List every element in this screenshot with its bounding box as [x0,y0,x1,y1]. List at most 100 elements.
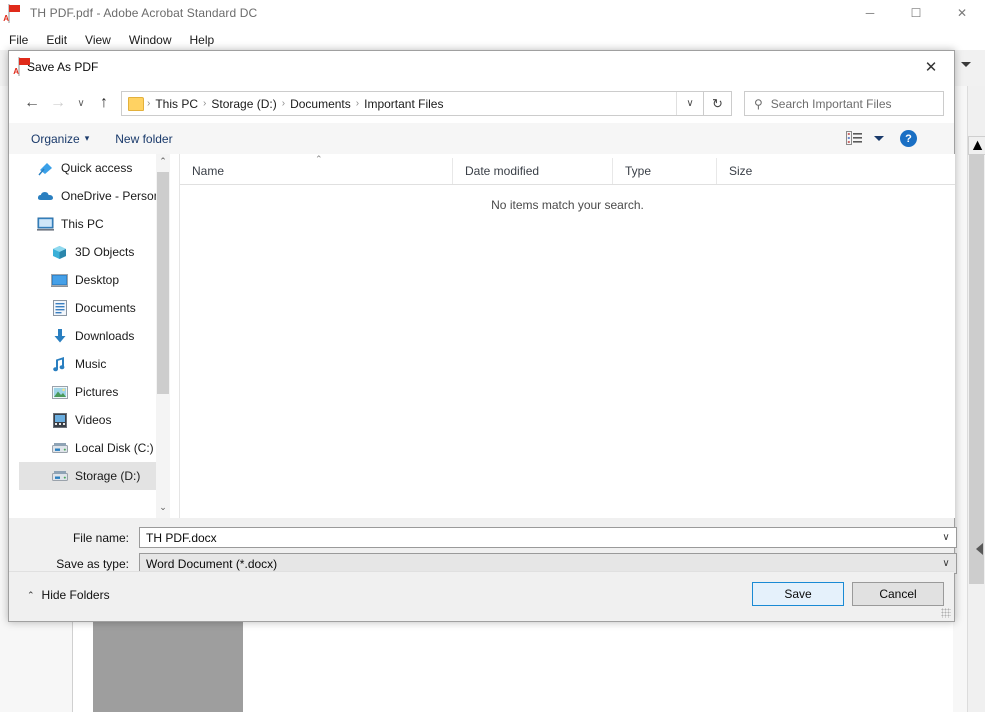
sort-ascending-icon: ⌃ [315,154,323,165]
back-arrow-icon[interactable]: ← [19,90,45,116]
sidebar-item-music[interactable]: Music [19,350,156,378]
save-as-dialog: Save As PDF ✕ ← → ∨ ↑ › This PC › Storag… [8,50,955,622]
sidebar-item-label: Documents [75,301,136,315]
sidebar-item-label: Storage (D:) [75,469,140,483]
breadcrumb-storage-d[interactable]: Storage (D:) [207,97,280,111]
sidebar-item-videos[interactable]: Videos [19,406,156,434]
scroll-down-icon[interactable]: ⌄ [156,500,170,515]
resize-grip[interactable] [941,608,951,618]
minimize-icon[interactable]: ─ [847,0,893,26]
search-input[interactable]: ⚲ Search Important Files [744,91,944,116]
save-as-type-value: Word Document (*.docx) [146,557,277,571]
column-header-type[interactable]: Type [612,158,716,184]
star-pin-icon [37,160,54,176]
navigation-scrollbar[interactable]: ⌃ ⌄ [156,154,170,518]
hard-drive-icon [51,468,68,484]
chevron-down-icon[interactable] [961,62,971,67]
search-icon: ⚲ [754,97,763,111]
panel-collapse-icon[interactable] [976,543,983,555]
organize-button[interactable]: Organize [31,132,80,146]
column-header-size[interactable]: Size [716,158,796,184]
menu-help[interactable]: Help [181,33,224,47]
hide-folders-label: Hide Folders [42,588,110,602]
list-view-icon[interactable] [846,131,862,145]
dialog-close-icon[interactable]: ✕ [908,51,954,83]
sidebar-item-label: This PC [61,217,104,231]
dialog-title: Save As PDF [27,60,98,74]
file-name-label: File name: [29,531,129,545]
close-icon[interactable]: ✕ [939,0,985,26]
sidebar-item-pictures[interactable]: Pictures [19,378,156,406]
sidebar-item-storage-d[interactable]: Storage (D:) [19,462,156,490]
sidebar-item-onedrive-person[interactable]: OneDrive - Person [19,182,156,210]
recent-locations-icon[interactable]: ∨ [71,90,91,116]
pdf-file-icon [18,58,20,76]
menu-edit[interactable]: Edit [37,33,76,47]
hide-folders-button[interactable]: ⌃ Hide Folders [27,588,110,602]
new-folder-button[interactable]: New folder [115,132,172,146]
music-note-icon [51,356,68,372]
up-arrow-icon[interactable]: ↑ [91,90,117,116]
maximize-icon[interactable]: ☐ [893,0,939,26]
chevron-down-icon[interactable]: ▾ [85,133,90,144]
column-header-row: Name ⌃ Date modified Type Size [180,158,955,185]
dialog-command-bar: Organize ▾ New folder ? [9,123,954,155]
document-icon [51,300,68,316]
menu-view[interactable]: View [76,33,120,47]
breadcrumb-important-files[interactable]: Important Files [360,97,447,111]
column-header-date-modified[interactable]: Date modified [452,158,612,184]
scroll-up-icon[interactable]: ⌃ [156,154,170,169]
cancel-button[interactable]: Cancel [852,582,944,606]
save-button[interactable]: Save [752,582,844,606]
hard-drive-icon [51,440,68,456]
chevron-down-icon[interactable] [874,136,884,141]
chevron-down-icon[interactable]: ∨ [936,528,956,547]
pdf-file-icon [8,5,24,21]
menu-window[interactable]: Window [120,33,181,47]
sidebar-item-label: Quick access [61,161,132,175]
document-scrollbar[interactable]: ▲ [967,86,985,712]
refresh-icon[interactable]: ↻ [704,91,732,116]
sidebar-item-quick-access[interactable]: Quick access [19,154,156,182]
menu-file[interactable]: File [0,33,37,47]
column-label: Size [729,164,752,178]
breadcrumb-documents[interactable]: Documents [286,97,355,111]
dialog-body: Quick access OneDrive - Person This PC 3D O… [9,154,954,518]
sidebar-item-downloads[interactable]: Downloads [19,322,156,350]
sidebar-item-label: Music [75,357,106,371]
window-controls: ─ ☐ ✕ [847,0,985,26]
file-name-value: TH PDF.docx [146,531,217,545]
cloud-icon [37,188,54,204]
sidebar-item-label: Pictures [75,385,118,399]
scroll-up-icon[interactable]: ▲ [968,136,985,155]
file-list-pane: Name ⌃ Date modified Type Size No items … [179,154,955,518]
column-header-name[interactable]: Name ⌃ [180,158,452,184]
desktop-icon [51,272,68,288]
sidebar-item-this-pc[interactable]: This PC [19,210,156,238]
scrollbar-thumb[interactable] [157,172,169,394]
sidebar-item-label: Videos [75,413,111,427]
column-label: Date modified [465,164,539,178]
sidebar-item-label: 3D Objects [75,245,134,259]
sidebar-item-desktop[interactable]: Desktop [19,266,156,294]
help-icon[interactable]: ? [900,130,917,147]
chevron-down-icon[interactable]: ∨ [676,92,703,115]
navigation-pane: Quick access OneDrive - Person This PC 3D O… [19,154,156,518]
app-title: TH PDF.pdf - Adobe Acrobat Standard DC [30,6,257,20]
scrollbar-thumb[interactable] [969,154,984,584]
app-menubar: File Edit View Window Help [0,30,985,50]
video-icon [51,412,68,428]
sidebar-item-3d-objects[interactable]: 3D Objects [19,238,156,266]
file-name-input[interactable]: TH PDF.docx ∨ [139,527,957,548]
sidebar-item-label: OneDrive - Person [61,189,156,203]
breadcrumb-this-pc[interactable]: This PC [151,97,202,111]
download-arrow-icon [51,328,68,344]
picture-icon [51,384,68,400]
forward-arrow-icon: → [45,90,71,116]
sidebar-item-local-disk-c[interactable]: Local Disk (C:) [19,434,156,462]
dialog-titlebar: Save As PDF [9,51,954,83]
cube-icon [51,244,68,260]
dialog-footer: ⌃ Hide Folders Save Cancel [9,571,954,621]
address-bar[interactable]: › This PC › Storage (D:) › Documents › I… [121,91,704,116]
sidebar-item-documents[interactable]: Documents [19,294,156,322]
